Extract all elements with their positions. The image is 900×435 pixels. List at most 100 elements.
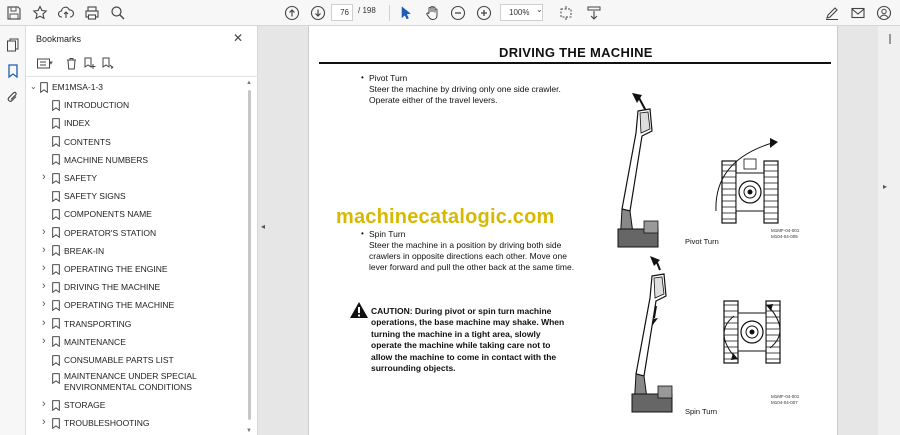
print-icon[interactable] (82, 3, 102, 23)
chevron-down-icon[interactable]: ⌄ (536, 5, 543, 14)
sign-pen-icon[interactable] (822, 3, 842, 23)
chevron-right-icon[interactable]: › (42, 171, 52, 184)
previous-page-icon[interactable] (282, 3, 302, 23)
add-bookmark-icon[interactable] (80, 54, 98, 72)
bookmarks-icon[interactable] (4, 62, 22, 80)
spin-turn-figure (631, 256, 781, 413)
bookmark-label: MACHINE NUMBERS (64, 154, 149, 165)
scroll-mode-icon[interactable] (584, 3, 604, 23)
hand-tool-icon[interactable] (422, 3, 442, 23)
bookmark-item[interactable]: SAFETY SIGNS (42, 189, 126, 207)
bookmarks-panel: Bookmarks ✕ ▾ ⌄ EM1MSA-1-3 INTRODUCTION IND… (26, 26, 258, 435)
figure-caption: Pivot Turn (685, 237, 719, 246)
chevron-right-icon[interactable]: › (42, 398, 52, 411)
scroll-down-icon[interactable]: ▼ (246, 428, 252, 434)
chevron-right-icon[interactable]: › (42, 226, 52, 239)
bookmark-item[interactable]: › SAFETY (42, 171, 97, 189)
bookmark-icon (52, 371, 64, 385)
bookmark-icon (52, 116, 64, 130)
bookmark-item[interactable]: MACHINE NUMBERS (42, 153, 148, 171)
bookmark-star-icon[interactable] (30, 3, 50, 23)
page-number-input[interactable]: 76 (331, 4, 353, 21)
upload-cloud-icon[interactable] (56, 3, 76, 23)
chevron-right-icon[interactable]: › (42, 298, 52, 311)
bookmark-label: INDEX (64, 118, 90, 129)
chevron-right-icon[interactable]: › (42, 416, 52, 429)
bookmark-item[interactable]: › OPERATING THE MACHINE (42, 298, 174, 316)
bookmarks-scrollbar[interactable]: ▲ ▼ (246, 80, 254, 435)
spin-turn-text: crawlers in opposite directions each oth… (369, 251, 567, 261)
bookmark-label: DRIVING THE MACHINE (64, 282, 161, 293)
bookmark-label: MAINTENANCE (64, 336, 126, 347)
bookmark-label: SAFETY (64, 173, 98, 183)
collapse-panel-icon[interactable]: ◂ (261, 222, 265, 231)
figure-code: M104-04-007 (771, 400, 798, 405)
bookmark-label: OPERATING THE MACHINE (64, 300, 175, 311)
chevron-down-icon[interactable]: ⌄ (30, 80, 40, 94)
bookmark-label: CONSUMABLE PARTS LIST (64, 355, 174, 365)
bookmark-icon (52, 244, 64, 258)
bookmark-icon (52, 416, 64, 430)
fit-page-icon[interactable] (556, 3, 576, 23)
bookmark-icon (40, 80, 52, 94)
bookmark-item[interactable]: › TRANSPORTING (42, 317, 131, 335)
bookmark-icon (52, 153, 64, 167)
zoom-out-icon[interactable] (448, 3, 468, 23)
bookmark-icon (52, 317, 64, 331)
scroll-thumb[interactable] (248, 90, 251, 420)
pivot-turn-heading: Pivot Turn (369, 73, 408, 83)
bookmark-label: MAINTENANCE UNDER SPECIAL ENVIRONMENTAL … (64, 371, 197, 393)
bookmark-item[interactable]: CONTENTS (42, 135, 111, 153)
caution-line: CAUTION: During pivot or spin turn machi… (371, 306, 552, 316)
chevron-right-icon[interactable]: › (42, 317, 52, 330)
account-icon[interactable] (874, 3, 894, 23)
bookmark-item[interactable]: › OPERATOR'S STATION (42, 226, 156, 244)
bookmark-icon (52, 98, 64, 112)
close-icon[interactable]: ✕ (233, 31, 243, 45)
expand-panel-icon[interactable]: ▸ (883, 182, 887, 191)
bullet: • (361, 73, 364, 82)
bookmark-item[interactable]: MAINTENANCE UNDER SPECIAL ENVIRONMENTAL … (42, 371, 214, 392)
title-rule (319, 62, 831, 64)
attachments-icon[interactable] (4, 88, 22, 106)
scroll-up-icon[interactable]: ▲ (246, 80, 252, 86)
bookmark-item[interactable]: INDEX (42, 116, 90, 134)
toolbar-divider (389, 5, 390, 21)
chevron-right-icon[interactable]: › (42, 335, 52, 348)
save-icon[interactable] (4, 3, 24, 23)
search-icon[interactable] (108, 3, 128, 23)
panel-divider (26, 76, 258, 77)
bookmark-label: BREAK-IN (64, 245, 105, 256)
bookmark-properties-icon[interactable] (98, 54, 116, 72)
bookmark-item[interactable]: › STORAGE (42, 398, 105, 416)
document-scrollbar[interactable] (878, 26, 900, 435)
bookmark-icon (52, 135, 64, 149)
bookmark-item[interactable]: › BREAK-IN (42, 244, 104, 262)
bookmark-item[interactable]: COMPONENTS NAME (42, 207, 152, 225)
page-total: / 198 (358, 6, 376, 15)
bookmark-item[interactable]: › DRIVING THE MACHINE (42, 280, 160, 298)
bookmark-root[interactable]: ⌄ EM1MSA-1-3 (30, 80, 103, 98)
chevron-right-icon[interactable]: › (42, 280, 52, 293)
chevron-right-icon[interactable]: › (42, 244, 52, 257)
email-icon[interactable] (848, 3, 868, 23)
chevron-right-icon[interactable]: › (42, 262, 52, 275)
zoom-in-icon[interactable] (474, 3, 494, 23)
bookmark-item[interactable]: › TROUBLESHOOTING (42, 416, 149, 434)
pivot-turn-figure (617, 93, 779, 248)
delete-icon[interactable] (62, 54, 80, 72)
bookmark-item[interactable]: › OPERATING THE ENGINE (42, 262, 168, 280)
chevron-down-icon[interactable]: ▾ (47, 54, 55, 72)
page-thumbnails-icon[interactable] (4, 36, 22, 54)
next-page-icon[interactable] (308, 3, 328, 23)
bookmark-icon (52, 335, 64, 349)
scroll-thumb[interactable] (889, 34, 891, 44)
spin-turn-heading: Spin Turn (369, 229, 406, 239)
bookmark-label: CONTENTS (64, 136, 111, 147)
caution-line: operations, the base machine may shake. … (371, 317, 565, 328)
bookmark-item[interactable]: CONSUMABLE PARTS LIST (42, 353, 174, 371)
spin-turn-text: lever forward and pull the other back at… (369, 262, 575, 272)
bookmark-item[interactable]: INTRODUCTION (42, 98, 129, 116)
bookmark-item[interactable]: › MAINTENANCE (42, 335, 126, 353)
select-cursor-icon[interactable] (396, 3, 416, 23)
